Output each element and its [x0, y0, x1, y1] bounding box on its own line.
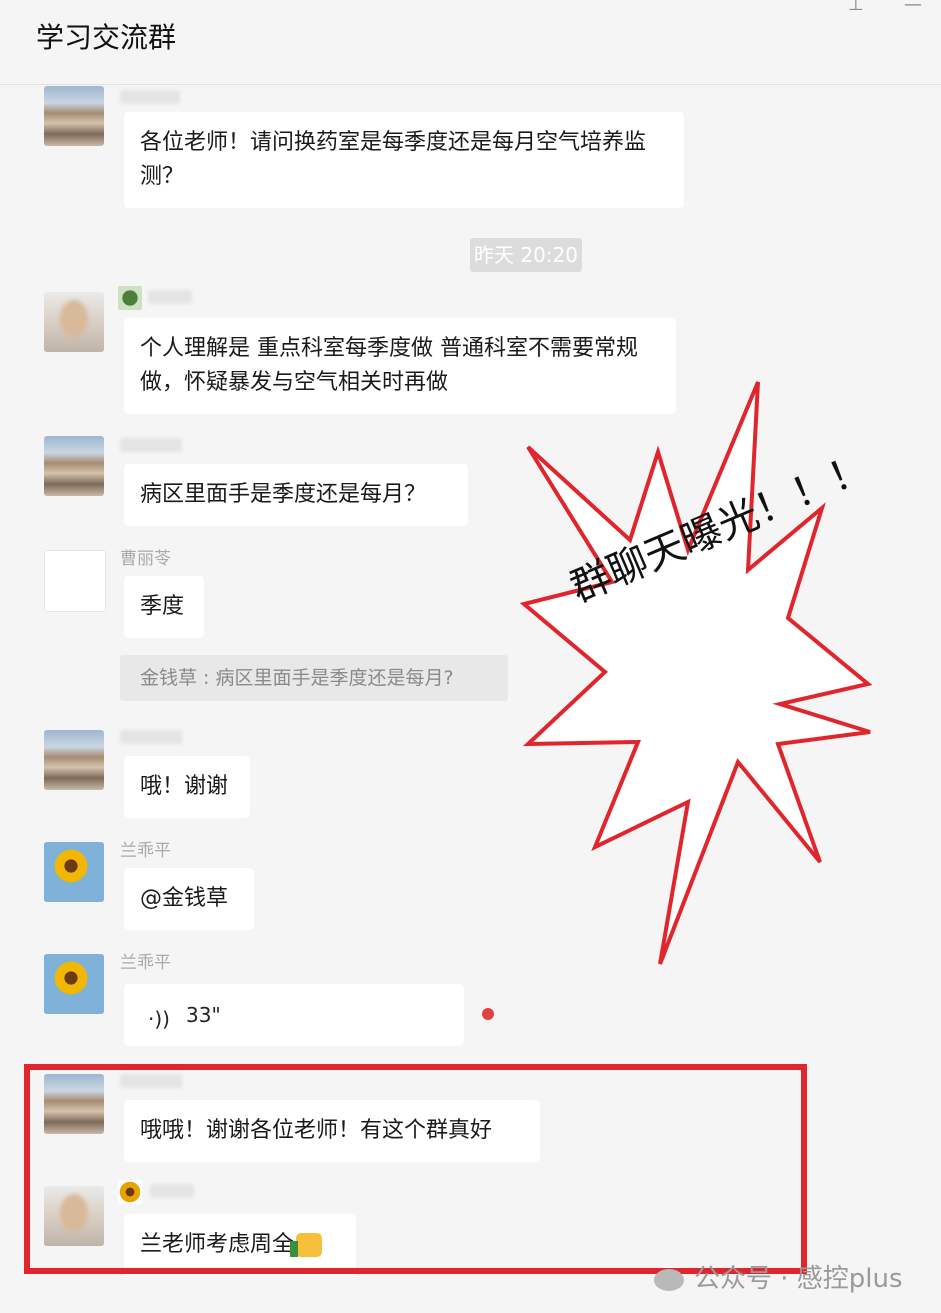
chat-title: 学习交流群 [36, 21, 177, 54]
quoted-message[interactable]: 金钱草 : 病区里面手是季度还是每月? [120, 655, 508, 701]
minimize-icon[interactable]: — [904, 0, 922, 15]
sender-name: 兰乖平 [120, 953, 171, 973]
avatar[interactable] [44, 730, 104, 790]
watermark-text: 公众号 · 感控plus [694, 1264, 903, 1294]
wechat-logo-icon [654, 1268, 684, 1291]
chat-header: 学习交流群 ⊥ — [0, 0, 941, 85]
message-bubble[interactable]: 病区里面手是季度还是每月？ [124, 464, 468, 526]
avatar[interactable] [44, 86, 104, 146]
sender-name-blurred [120, 438, 182, 452]
message-text: 季度 [140, 594, 185, 619]
message-text: 病区里面手是季度还是每月？ [140, 482, 427, 507]
voice-duration: 33" [186, 1003, 221, 1027]
highlight-box [24, 1064, 807, 1274]
avatar[interactable] [44, 842, 104, 902]
voice-wave-icon: ·)) [148, 1007, 170, 1031]
avatar[interactable] [44, 292, 104, 352]
badge-icon [118, 286, 142, 310]
message-bubble[interactable]: 各位老师！请问换药室是每季度还是每月空气培养监测？ [124, 112, 684, 208]
watermark: 公众号 · 感控plus [654, 1258, 903, 1295]
avatar[interactable] [44, 550, 106, 612]
message-bubble[interactable]: @金钱草 [124, 868, 254, 930]
avatar[interactable] [44, 954, 104, 1014]
unread-dot [482, 1008, 494, 1020]
message-text: @金钱草 [140, 886, 229, 911]
sender-name-blurred [148, 290, 192, 304]
message-text: 哦！谢谢 [140, 774, 229, 799]
timestamp: 昨天 20:20 [470, 238, 582, 272]
sender-name-blurred [120, 90, 180, 104]
voice-message-bubble[interactable]: ·)) 33" [124, 984, 464, 1046]
avatar[interactable] [44, 436, 104, 496]
message-text: 各位老师！请问换药室是每季度还是每月空气培养监测？ [140, 130, 647, 189]
sender-name-blurred [120, 730, 182, 744]
sender-name: 曹丽苓 [120, 549, 171, 569]
message-bubble[interactable]: 季度 [124, 576, 204, 638]
message-bubble[interactable]: 哦！谢谢 [124, 756, 250, 818]
pin-icon[interactable]: ⊥ [848, 0, 864, 15]
sender-name: 兰乖平 [120, 841, 171, 861]
